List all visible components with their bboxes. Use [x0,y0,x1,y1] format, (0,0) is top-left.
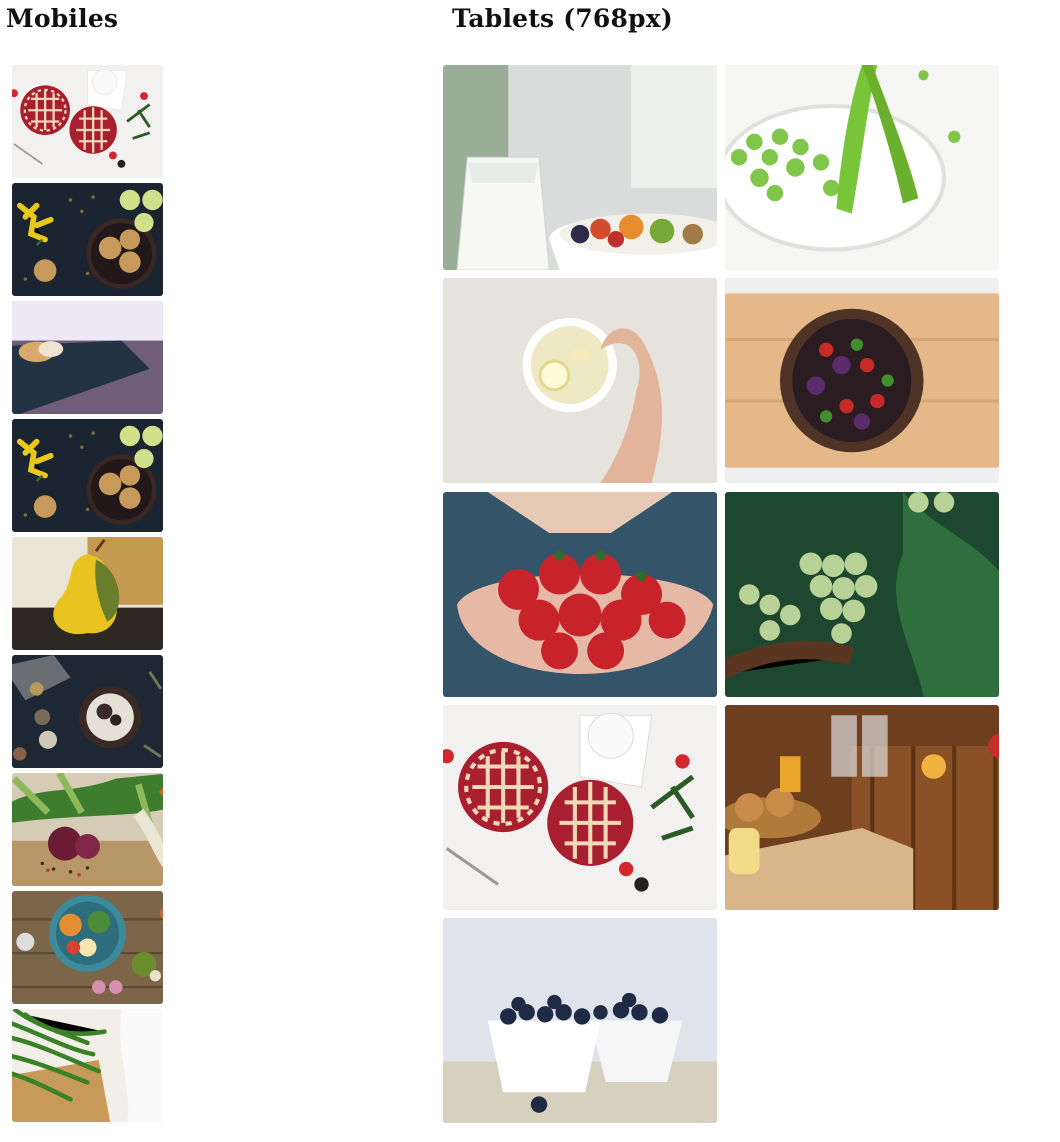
green-beans-icon [12,1009,163,1122]
cookies-icon [12,183,163,296]
buffet-icon [725,705,999,910]
mobile-photo-2[interactable] [12,183,163,296]
tea-cup-icon [443,278,717,483]
mobile-photo-8[interactable] [12,891,163,1004]
tablet-photo-7[interactable] [443,705,717,910]
salad-bowl-icon [12,891,163,1004]
tablet-photo-8[interactable] [725,705,999,910]
bowls-icon [12,655,163,768]
blueberries-icon [443,918,717,1123]
milk-fruit-bowl-icon [443,65,717,270]
mobile-photo-6[interactable] [12,655,163,768]
tablet-photo-9[interactable] [443,918,717,1123]
mobile-photo-1[interactable] [12,65,163,178]
dessert-icon [12,301,163,414]
mobile-photo-5[interactable] [12,537,163,650]
pies-icon [12,65,163,178]
mobile-photo-9[interactable] [12,1009,163,1122]
tablet-photo-3[interactable] [443,278,717,483]
mobile-photo-4[interactable] [12,419,163,532]
grapes-icon [725,492,999,697]
salad-board-icon [725,278,999,483]
tablet-photo-5[interactable] [443,492,717,697]
mobile-photo-3[interactable] [12,301,163,414]
pies-icon [443,705,717,910]
pear-icon [12,537,163,650]
tablet-photo-6[interactable] [725,492,999,697]
strawberries-icon [443,492,717,697]
vegetables-icon [12,773,163,886]
cookies-icon [12,419,163,532]
peas-icon [725,65,999,270]
tablet-photo-1[interactable] [443,65,717,270]
mobile-photo-7[interactable] [12,773,163,886]
tablet-photo-2[interactable] [725,65,999,270]
mobiles-heading: Mobiles [6,4,119,33]
tablets-heading: Tablets (768px) [452,4,673,33]
tablet-photo-4[interactable] [725,278,999,483]
